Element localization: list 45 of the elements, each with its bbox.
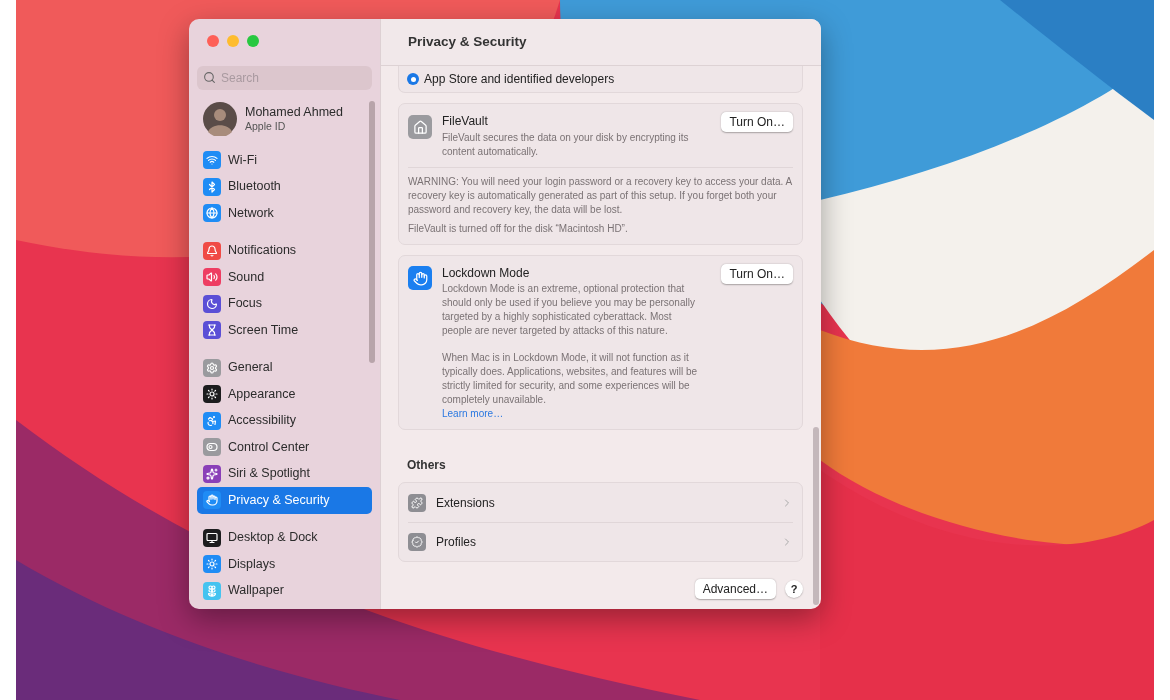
turn-on-button[interactable]: Turn On…	[721, 112, 793, 132]
advanced-button[interactable]: Advanced…	[694, 579, 776, 599]
sidebar-item[interactable]: Accessibility	[197, 407, 372, 434]
section-description: FileVault secures the data on your disk by encrypting its content automatically.	[442, 131, 690, 159]
section-description: When Mac is in Lockdown Mode, it will not function as it typically does. Applications, websites, and features will be strictly limited for security, and some experiences will be completely unavailable.	[442, 351, 699, 407]
turn-on-button[interactable]: Turn On…	[721, 264, 793, 284]
minimize-button[interactable]	[227, 35, 239, 47]
help-button[interactable]: ?	[785, 580, 803, 598]
sidebar-item[interactable]: Control Center	[197, 434, 372, 461]
sidebar-item[interactable]: Screen Time	[197, 317, 372, 344]
section-title: Lockdown Mode	[442, 265, 531, 282]
section-description: Lockdown Mode is an extreme, optional protection that should only be used if you believe you may be personally targeted by a highly sophisticated cyberattack. Most people are never targeted by attacks of this nature.	[442, 282, 696, 338]
sidebar-item[interactable]: Wi-Fi	[197, 147, 372, 174]
hand-icon	[408, 266, 432, 290]
sidebar-item[interactable]: General	[197, 354, 372, 381]
sidebar-item[interactable]: Network	[197, 200, 372, 227]
sidebar-item[interactable]: Appearance	[197, 381, 372, 408]
zoom-button[interactable]	[247, 35, 259, 47]
section-heading: Others	[407, 457, 447, 474]
status-text: FileVault is turned off for the disk “Macintosh HD”.	[408, 222, 629, 236]
sidebar-item[interactable]: Displays	[197, 551, 372, 578]
warning-text: WARNING: You will need your login password or a recovery key to access your data. A recovery key is automatically generated as part of this setup. If you forget both your password and recovery key, the data will be lost.	[408, 175, 793, 217]
account-name: Mohamed Ahmed	[245, 104, 343, 121]
sidebar-item[interactable]: Wallpaper	[197, 577, 372, 604]
settings-row[interactable]: Extensions	[408, 483, 793, 522]
account-item[interactable]: Mohamed Ahmed Apple ID	[197, 99, 372, 139]
search-icon	[203, 70, 216, 84]
settings-row[interactable]: Profiles	[408, 522, 793, 561]
section-title: FileVault	[442, 113, 489, 130]
sidebar-item[interactable]: Sound	[197, 264, 372, 291]
sidebar-item[interactable]: Siri & Spotlight	[197, 460, 372, 487]
badge-check-icon	[408, 533, 426, 551]
account-subtitle: Apple ID	[245, 120, 287, 134]
sidebar-item[interactable]: Focus	[197, 290, 372, 317]
window-title: Privacy & Security	[408, 32, 527, 51]
learn-more-link[interactable]: Learn more…	[442, 407, 712, 421]
radio-option[interactable]: App Store and identified developers	[407, 70, 615, 88]
close-button[interactable]	[207, 35, 219, 47]
house-icon	[408, 115, 432, 139]
sidebar-item[interactable]: Notifications	[197, 237, 372, 264]
sidebar-item[interactable]: Privacy & Security	[197, 487, 372, 514]
sidebar-item[interactable]: Desktop & Dock	[197, 524, 372, 551]
sidebar-item[interactable]: Bluetooth	[197, 173, 372, 200]
avatar	[203, 102, 237, 136]
puzzle-icon	[408, 493, 426, 512]
